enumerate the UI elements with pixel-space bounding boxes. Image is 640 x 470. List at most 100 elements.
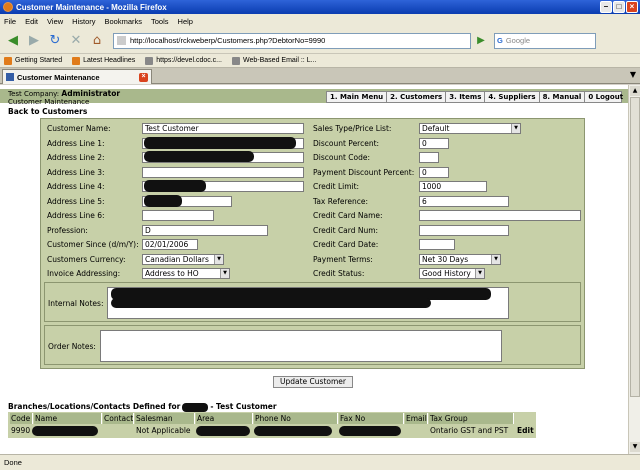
redacted-mark (144, 195, 182, 207)
table-header-code: Code (10, 413, 33, 424)
discount-percent-input[interactable]: 0 (419, 138, 449, 149)
currency-select[interactable]: Canadian Dollars ▼ (142, 254, 224, 265)
company-label: Test Company: (8, 90, 60, 98)
redacted-mark (144, 180, 206, 192)
bookmark-icon (145, 56, 154, 65)
menu-bookmarks[interactable]: Bookmarks (105, 17, 143, 26)
scroll-thumb[interactable] (630, 97, 640, 397)
menu-suppliers[interactable]: 4. Suppliers (485, 92, 540, 102)
go-arrow-icon[interactable]: ▶ (474, 33, 488, 49)
profession-label: Profession: (47, 226, 88, 235)
back-arrow-icon[interactable]: ◀ (4, 32, 22, 50)
firefox-icon (3, 2, 13, 12)
customer-name-input[interactable]: Test Customer (142, 123, 304, 134)
menu-view[interactable]: View (47, 17, 63, 26)
status-text: Done (4, 458, 22, 467)
cell-tax-group: Ontario GST and PST (430, 426, 509, 435)
branches-table: Code Name Contact Salesman Area Phone No… (8, 412, 536, 438)
home-icon[interactable]: ⌂ (88, 32, 106, 50)
table-header-salesman: Salesman (135, 413, 195, 424)
credit-status-select[interactable]: Good History ▼ (419, 268, 485, 279)
bookmark-getting-started[interactable]: Getting Started (4, 56, 62, 65)
order-notes-textarea[interactable] (100, 330, 502, 362)
vertical-scrollbar[interactable]: ▲ ▼ (628, 85, 640, 454)
invoice-addressing-select[interactable]: Address to HO ▼ (142, 268, 230, 279)
redacted-mark (144, 151, 254, 162)
menu-file[interactable]: File (4, 17, 16, 26)
cell-salesman: Not Applicable (136, 426, 191, 435)
bookmark-latest-headlines[interactable]: Latest Headlines (72, 56, 135, 65)
tax-reference-input[interactable]: 6 (419, 196, 509, 207)
bookmark-webmail[interactable]: Web-Based Email :: L... (232, 56, 316, 65)
window-title: Customer Maintenance - Mozilla Firefox (16, 2, 167, 12)
credit-card-name-input[interactable] (419, 210, 581, 221)
close-window-button[interactable]: × (626, 1, 638, 13)
reload-icon[interactable]: ↻ (46, 32, 64, 50)
address-line6-label: Address Line 6: (47, 211, 105, 220)
customer-since-input[interactable]: 02/01/2006 (142, 239, 198, 250)
discount-code-input[interactable] (419, 152, 439, 163)
sales-type-select[interactable]: Default ▼ (419, 123, 521, 134)
tab-customer-maintenance[interactable]: Customer Maintenance × (2, 69, 152, 84)
payment-terms-label: Payment Terms: (313, 255, 373, 264)
chevron-down-icon: ▼ (491, 255, 500, 264)
chevron-down-icon: ▼ (475, 269, 484, 278)
internal-notes-label: Internal Notes: (48, 299, 104, 308)
tab-list-icon[interactable]: ▼ (630, 70, 636, 79)
back-to-customers-link[interactable]: Back to Customers (8, 107, 87, 116)
menu-history[interactable]: History (72, 17, 95, 26)
bookmark-devel[interactable]: https://devel.cdoc.c... (145, 56, 222, 65)
payment-discount-input[interactable]: 0 (419, 167, 449, 178)
scroll-down-icon[interactable]: ▼ (630, 442, 640, 452)
redacted-mark (144, 137, 296, 149)
menu-help[interactable]: Help (178, 17, 193, 26)
profession-input[interactable]: D (142, 225, 268, 236)
bookmark-icon (4, 56, 12, 65)
menu-edit[interactable]: Edit (25, 17, 38, 26)
menu-tools[interactable]: Tools (151, 17, 169, 26)
cell-code: 9990 (11, 426, 31, 435)
credit-card-date-label: Credit Card Date: (313, 240, 379, 249)
redacted-mark (32, 426, 98, 436)
credit-limit-input[interactable]: 1000 (419, 181, 487, 192)
navigation-toolbar: ◀ ▶ ↻ ✕ ⌂ http://localhost/rckweberp/Cus… (0, 28, 640, 54)
menu-items[interactable]: 3. Items (446, 92, 486, 102)
order-notes-section: Order Notes: (44, 325, 581, 365)
close-tab-icon[interactable]: × (139, 73, 148, 82)
page-name: Customer Maintenance (8, 98, 90, 106)
redacted-mark (254, 426, 332, 436)
credit-card-num-input[interactable] (419, 225, 509, 236)
rss-icon (72, 56, 81, 65)
payment-terms-select[interactable]: Net 30 Days ▼ (419, 254, 501, 265)
maximize-button[interactable]: □ (613, 1, 625, 13)
url-bar[interactable]: http://localhost/rckweberp/Customers.php… (113, 32, 471, 49)
chevron-down-icon: ▼ (511, 124, 520, 133)
bookmarks-toolbar: Getting Started Latest Headlines https:/… (0, 54, 640, 68)
menu-customers[interactable]: 2. Customers (387, 92, 447, 102)
table-header-phone: Phone No (254, 413, 338, 424)
menu-main[interactable]: 1. Main Menu (327, 92, 388, 102)
address-line5-label: Address Line 5: (47, 197, 105, 206)
update-customer-button[interactable]: Update Customer (273, 376, 353, 388)
customer-since-label: Customer Since (d/m/Y): (47, 240, 139, 249)
edit-branch-link[interactable]: Edit (516, 425, 536, 436)
credit-card-name-label: Credit Card Name: (313, 211, 383, 220)
chevron-down-icon: ▼ (214, 255, 223, 264)
scroll-up-icon[interactable]: ▲ (630, 86, 640, 96)
tab-favicon (6, 73, 14, 81)
menu-manual[interactable]: 8. Manual (540, 92, 586, 102)
credit-card-date-input[interactable] (419, 239, 455, 250)
table-header-contact: Contact (103, 413, 134, 424)
company-info: Test Company: Administrator Customer Mai… (8, 90, 120, 107)
search-input[interactable]: G Google (494, 32, 596, 49)
address-line3-input[interactable] (142, 167, 304, 178)
address-line1-label: Address Line 1: (47, 139, 105, 148)
currency-label: Customers Currency: (47, 255, 126, 264)
tab-title: Customer Maintenance (17, 72, 100, 82)
forward-arrow-icon[interactable]: ▶ (25, 32, 43, 50)
address-line6-input[interactable] (142, 210, 214, 221)
credit-limit-label: Credit Limit: (313, 182, 360, 191)
stop-icon[interactable]: ✕ (67, 32, 85, 50)
minimize-button[interactable]: – (600, 1, 612, 13)
menu-logout[interactable]: 0 Logout (585, 92, 626, 102)
